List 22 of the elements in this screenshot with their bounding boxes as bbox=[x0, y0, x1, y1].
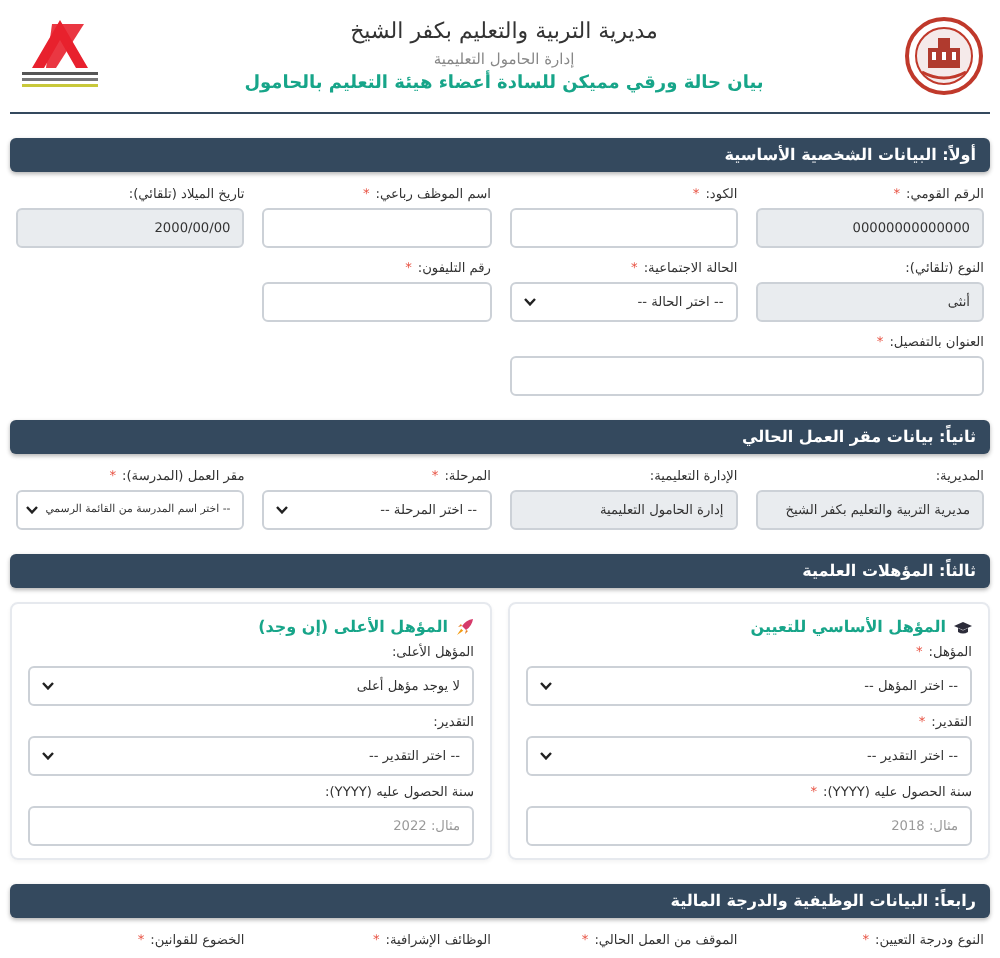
section-title: ثانياً: بيانات مقر العمل الحالي bbox=[10, 420, 990, 454]
chevron-icon bbox=[540, 752, 552, 760]
input-field[interactable] bbox=[509, 356, 984, 396]
seal-logo bbox=[904, 16, 984, 96]
chevron-icon bbox=[540, 682, 552, 690]
input-field[interactable] bbox=[262, 282, 491, 322]
card-title: المؤهل الأساسي للتعيين bbox=[750, 618, 946, 636]
header-title: مديرية التربية والتعليم بكفر الشيخ bbox=[350, 18, 658, 44]
section-title: أولاً: البيانات الشخصية الأساسية bbox=[10, 138, 990, 172]
input-field[interactable] bbox=[509, 208, 738, 248]
rocket-icon bbox=[456, 618, 474, 636]
chevron-icon bbox=[42, 752, 54, 760]
chevron-icon bbox=[276, 506, 289, 514]
section-title: رابعاً: البيانات الوظيفية والدرجة المالية bbox=[10, 884, 990, 918]
graduation-cap-icon bbox=[954, 619, 972, 635]
chevron-icon bbox=[26, 506, 38, 514]
chevron-icon bbox=[523, 298, 535, 306]
input-field[interactable] bbox=[262, 208, 491, 248]
chevron-icon bbox=[42, 682, 54, 690]
page-heading: بيان حالة ورقي مميكن للسادة أعضاء هيئة التعليم بالحامول bbox=[244, 74, 764, 94]
card-title: المؤهل الأعلى (إن وجد) bbox=[258, 618, 448, 636]
section-title: ثالثاً: المؤهلات العلمية bbox=[10, 554, 990, 588]
